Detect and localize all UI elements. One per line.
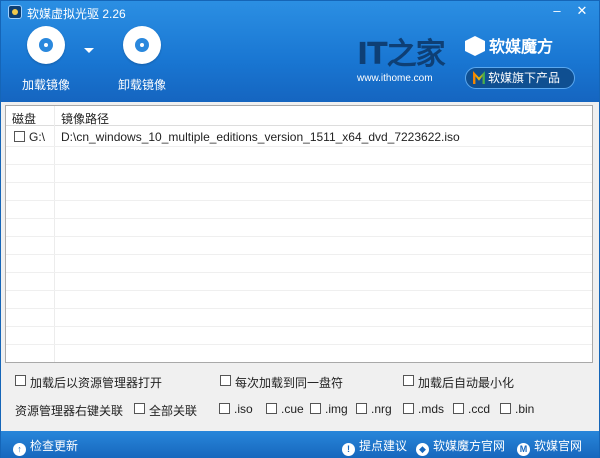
column-header-path[interactable]: 镜像路径 — [61, 110, 109, 127]
row-divider — [6, 146, 592, 147]
m-logo-icon — [473, 71, 485, 84]
format-checkbox[interactable] — [219, 403, 230, 414]
m-logo-icon: M — [517, 443, 530, 456]
ruanmei-site-label: 软媒官网 — [534, 439, 583, 453]
suggest-link[interactable]: ! 提点建议 — [342, 437, 407, 456]
app-icon — [8, 5, 22, 19]
minimize-button[interactable]: – — [546, 3, 568, 19]
format-label: .iso — [234, 402, 253, 416]
ithome-ad[interactable]: IT之家 www.ithome.com — [357, 29, 447, 85]
format-label: .mds — [418, 402, 445, 416]
open-explorer-checkbox[interactable] — [15, 375, 26, 386]
associate-all-label: 全部关联 — [149, 404, 198, 418]
auto-minimize-checkbox[interactable] — [403, 375, 414, 386]
check-update-link[interactable]: ↑ 检查更新 — [13, 437, 78, 456]
row-divider — [6, 290, 592, 291]
arrow-up-icon: ↑ — [13, 443, 26, 456]
same-drive-label: 每次加载到同一盘符 — [235, 376, 344, 390]
image-table: 磁盘 镜像路径 G:\ D:\cn_windows_10_multiple_ed… — [5, 105, 593, 363]
mofang-site-link[interactable]: ◆ 软媒魔方官网 — [416, 437, 505, 456]
disc-eject-icon — [123, 26, 161, 64]
window-title: 软媒虚拟光驱 2.26 — [27, 7, 126, 21]
format-checkbox[interactable] — [403, 403, 414, 414]
suggest-label: 提点建议 — [359, 439, 408, 453]
chevron-down-icon[interactable] — [84, 48, 94, 53]
row-divider — [6, 272, 592, 273]
cube-icon — [465, 36, 485, 56]
app-window: 软媒虚拟光驱 2.26 – ✕ 加载镜像 卸载镜像 IT之家 www.ithom… — [0, 0, 600, 458]
row-divider — [6, 200, 592, 201]
format-checkbox[interactable] — [500, 403, 511, 414]
ithome-url: www.ithome.com — [357, 73, 433, 84]
mount-image-label: 加载镜像 — [21, 78, 70, 92]
row-divider — [6, 182, 592, 183]
row-divider — [6, 308, 592, 309]
ithome-logo: IT之家 — [357, 37, 446, 72]
drive-letter: G:\ — [29, 130, 46, 144]
format-checkbox[interactable] — [453, 403, 464, 414]
products-button[interactable]: 软媒旗下产品 — [465, 67, 575, 89]
close-button[interactable]: ✕ — [571, 3, 593, 19]
auto-minimize-label: 加载后自动最小化 — [418, 376, 515, 390]
footer-bar: ↑ 检查更新 ! 提点建议 ◆ 软媒魔方官网 M 软媒官网 — [1, 431, 599, 458]
title-bar: 软媒虚拟光驱 2.26 – ✕ — [1, 1, 599, 23]
format-label: .cue — [281, 402, 304, 416]
format-checkbox[interactable] — [310, 403, 321, 414]
check-update-label: 检查更新 — [30, 439, 79, 453]
lightbulb-icon: ! — [342, 443, 355, 456]
row-divider — [6, 218, 592, 219]
cube-icon: ◆ — [416, 443, 429, 456]
format-checkbox[interactable] — [266, 403, 277, 414]
row-divider — [6, 344, 592, 345]
context-menu-label: 资源管理器右键关联 — [15, 404, 124, 418]
unmount-image-button[interactable]: 卸载镜像 — [109, 26, 175, 96]
row-divider — [6, 254, 592, 255]
table-header: 磁盘 镜像路径 — [6, 106, 592, 126]
column-header-disk[interactable]: 磁盘 — [12, 110, 36, 127]
row-checkbox[interactable] — [14, 131, 25, 142]
row-divider — [6, 236, 592, 237]
image-path: D:\cn_windows_10_multiple_editions_versi… — [61, 130, 460, 144]
same-drive-checkbox[interactable] — [220, 375, 231, 386]
header: 软媒虚拟光驱 2.26 – ✕ 加载镜像 卸载镜像 IT之家 www.ithom… — [1, 1, 599, 102]
format-label: .bin — [515, 402, 535, 416]
row-divider — [6, 164, 592, 165]
mount-image-button[interactable]: 加载镜像 — [13, 26, 79, 96]
mofang-brand[interactable]: 软媒魔方 — [465, 33, 553, 57]
brand-name: 软媒魔方 — [489, 39, 554, 56]
format-checkbox[interactable] — [356, 403, 367, 414]
open-explorer-label: 加载后以资源管理器打开 — [30, 376, 163, 390]
disc-icon — [27, 26, 65, 64]
row-divider — [6, 326, 592, 327]
format-label: .nrg — [371, 402, 392, 416]
ruanmei-site-link[interactable]: M 软媒官网 — [517, 437, 582, 456]
associate-all-checkbox[interactable] — [134, 403, 145, 414]
format-label: .ccd — [468, 402, 491, 416]
format-label: .img — [325, 402, 348, 416]
mofang-site-label: 软媒魔方官网 — [433, 439, 506, 453]
table-row[interactable]: G:\ D:\cn_windows_10_multiple_editions_v… — [6, 127, 592, 145]
unmount-image-label: 卸载镜像 — [117, 78, 166, 92]
products-label: 软媒旗下产品 — [488, 71, 561, 85]
